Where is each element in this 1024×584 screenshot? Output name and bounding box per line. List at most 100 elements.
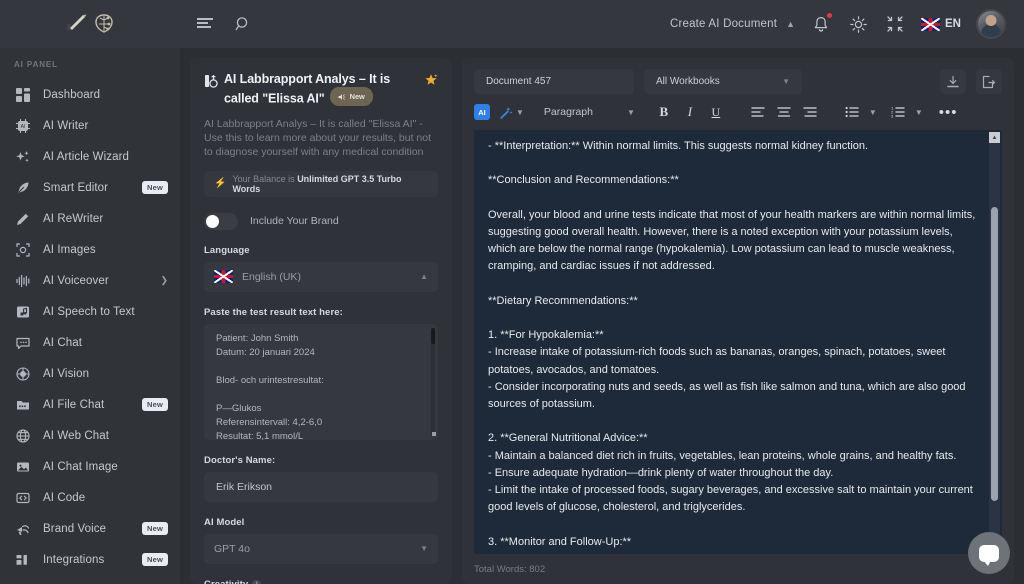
lab-flask-icon <box>204 74 218 89</box>
align-center-icon[interactable] <box>771 102 797 122</box>
dashboard-icon <box>14 87 32 102</box>
sidebar-item-ai-writer[interactable]: AI AI Writer <box>0 110 180 141</box>
sidebar-item-label: AI Voiceover <box>43 274 109 287</box>
chevron-right-icon[interactable]: ❯ <box>160 275 168 286</box>
total-words-label: Total Words: 802 <box>474 563 546 575</box>
bold-button[interactable]: B <box>651 102 677 122</box>
doctor-name-input[interactable]: Erik Erikson <box>204 471 438 502</box>
resize-handle[interactable] <box>432 431 436 436</box>
chevron-down-icon[interactable]: ▼ <box>915 108 923 117</box>
sidebar-item-label: AI Images <box>43 243 96 256</box>
numbered-list-icon[interactable]: 123 <box>885 102 911 122</box>
menu-icon[interactable] <box>194 13 216 35</box>
app-shell: AI PANEL Dashboard AI AI Writer AI Artic… <box>0 48 1024 584</box>
align-right-icon[interactable] <box>797 102 823 122</box>
chevron-down-icon[interactable]: ▼ <box>516 108 524 117</box>
more-options-button[interactable]: ••• <box>939 104 958 121</box>
tool-form-panel: AI Labbrapport Analys – It is called "El… <box>190 58 452 584</box>
chat-bubble-icon <box>14 336 32 350</box>
italic-button[interactable]: I <box>677 102 703 122</box>
chip-icon: AI <box>14 118 32 133</box>
bullet-list-icon[interactable] <box>839 102 865 122</box>
language-select[interactable]: English (UK) ▲ <box>204 261 438 292</box>
underline-button[interactable]: U <box>703 102 729 122</box>
scroll-up-arrow-icon[interactable]: ▲ <box>989 132 1000 143</box>
chat-bubble-icon <box>979 544 999 566</box>
editor-scroll-track[interactable] <box>989 143 1000 541</box>
align-left-icon[interactable] <box>745 102 771 122</box>
fullscreen-collapse-icon[interactable] <box>884 13 906 35</box>
include-brand-label: Include Your Brand <box>250 215 339 227</box>
integrations-icon <box>14 553 32 567</box>
chevron-down-icon: ▼ <box>782 77 790 86</box>
sidebar-item-ai-voiceover[interactable]: AI Voiceover ❯ <box>0 265 180 296</box>
editor-paragraph: **Dietary Recommendations:** <box>488 294 638 307</box>
sidebar-item-ai-chat-image[interactable]: AI Chat Image <box>0 451 180 482</box>
editor-content-area[interactable]: - **Interpretation:** Within normal limi… <box>474 130 1002 554</box>
sidebar-item-smart-editor[interactable]: Smart Editor New <box>0 172 180 203</box>
editor-paragraph: - Increase intake of potassium-rich food… <box>488 346 946 376</box>
search-icon[interactable] <box>232 13 254 35</box>
sidebar-item-integrations[interactable]: Integrations New <box>0 544 180 575</box>
textarea-scroll-thumb[interactable] <box>431 327 435 344</box>
sidebar-item-ai-chat[interactable]: AI Chat <box>0 327 180 358</box>
export-icon[interactable] <box>976 69 1002 94</box>
paragraph-style-value: Paragraph <box>543 106 593 118</box>
app-logo[interactable] <box>0 0 180 48</box>
chevron-down-icon[interactable]: ▼ <box>869 108 877 117</box>
speaker-icon <box>338 93 345 100</box>
include-brand-toggle[interactable] <box>204 212 238 230</box>
sidebar-item-ai-rewriter[interactable]: AI ReWriter <box>0 203 180 234</box>
balance-text: Your Balance is Unlimited GPT 3.5 Turbo … <box>232 174 428 194</box>
balance-prefix: Your Balance is <box>232 173 295 184</box>
info-icon[interactable]: i <box>252 579 262 584</box>
editor-document-text[interactable]: - **Interpretation:** Within normal limi… <box>474 130 1002 554</box>
user-avatar[interactable] <box>976 9 1006 39</box>
document-name-input[interactable]: Document 457 <box>474 69 634 94</box>
chat-support-button[interactable] <box>968 532 1010 574</box>
editor-header: Document 457 All Workbooks ▼ <box>462 58 1014 102</box>
sidebar-item-ai-article-wizard[interactable]: AI Article Wizard <box>0 141 180 172</box>
tool-description: AI Labbrapport Analys – It is called "El… <box>204 117 432 158</box>
sidebar-item-ai-vision[interactable]: AI Vision <box>0 358 180 389</box>
sidebar-item-brand-voice[interactable]: Brand Voice New <box>0 513 180 544</box>
sidebar-item-ai-file-chat[interactable]: AI File Chat New <box>0 389 180 420</box>
sidebar-badge-new: New <box>141 398 168 411</box>
magic-wand-icon[interactable] <box>499 106 512 119</box>
chevron-up-icon[interactable]: ▲ <box>786 19 795 29</box>
globe-icon <box>14 428 32 443</box>
sidebar-item-ai-web-chat[interactable]: AI Web Chat <box>0 420 180 451</box>
download-icon[interactable] <box>940 69 966 94</box>
language-field-label: Language <box>204 244 250 256</box>
editor-paragraph <box>488 516 980 533</box>
textarea-scrollbar[interactable] <box>431 327 435 436</box>
sidebar-item-dashboard[interactable]: Dashboard <box>0 79 180 110</box>
document-name-value: Document 457 <box>486 76 552 87</box>
sidebar-item-label: AI File Chat <box>43 398 105 411</box>
sidebar-item-label: Brand Voice <box>43 522 107 535</box>
language-code: EN <box>945 18 961 30</box>
sidebar-item-ai-images[interactable]: AI Images <box>0 234 180 265</box>
notifications-bell-icon[interactable] <box>810 12 834 35</box>
test-result-textarea[interactable]: Patient: John Smith Datum: 20 januari 20… <box>204 323 438 440</box>
brain-circuit-icon <box>95 14 113 33</box>
editor-scrollbar[interactable]: ▲ ▼ <box>989 132 1000 552</box>
ai-model-select[interactable]: GPT 4o ▼ <box>204 533 438 564</box>
workbook-select[interactable]: All Workbooks ▼ <box>644 69 802 94</box>
editor-paragraph: 1. **For Hypokalemia:** <box>488 329 604 342</box>
editor-scroll-thumb[interactable] <box>991 206 998 502</box>
create-ai-document-button[interactable]: Create AI Document <box>670 18 777 30</box>
language-select-value: English (UK) <box>242 270 301 283</box>
audio-file-icon <box>14 305 32 319</box>
ai-model-value: GPT 4o <box>214 542 250 555</box>
theme-sun-icon[interactable] <box>847 13 869 35</box>
paragraph-style-select[interactable]: Paragraph ▼ <box>544 106 635 118</box>
page-title: AI Labbrapport Analys – It is called "El… <box>224 72 418 107</box>
sidebar-item-ai-speech-to-text[interactable]: AI Speech to Text <box>0 296 180 327</box>
sidebar-item-label: AI Article Wizard <box>43 150 130 163</box>
new-badge-label: New <box>349 92 365 101</box>
editor-footer: Total Words: 802 <box>462 554 1014 584</box>
sidebar-item-ai-code[interactable]: AI Code <box>0 482 180 513</box>
ai-assist-button[interactable]: AI <box>474 104 490 120</box>
language-selector[interactable]: EN <box>921 17 961 31</box>
